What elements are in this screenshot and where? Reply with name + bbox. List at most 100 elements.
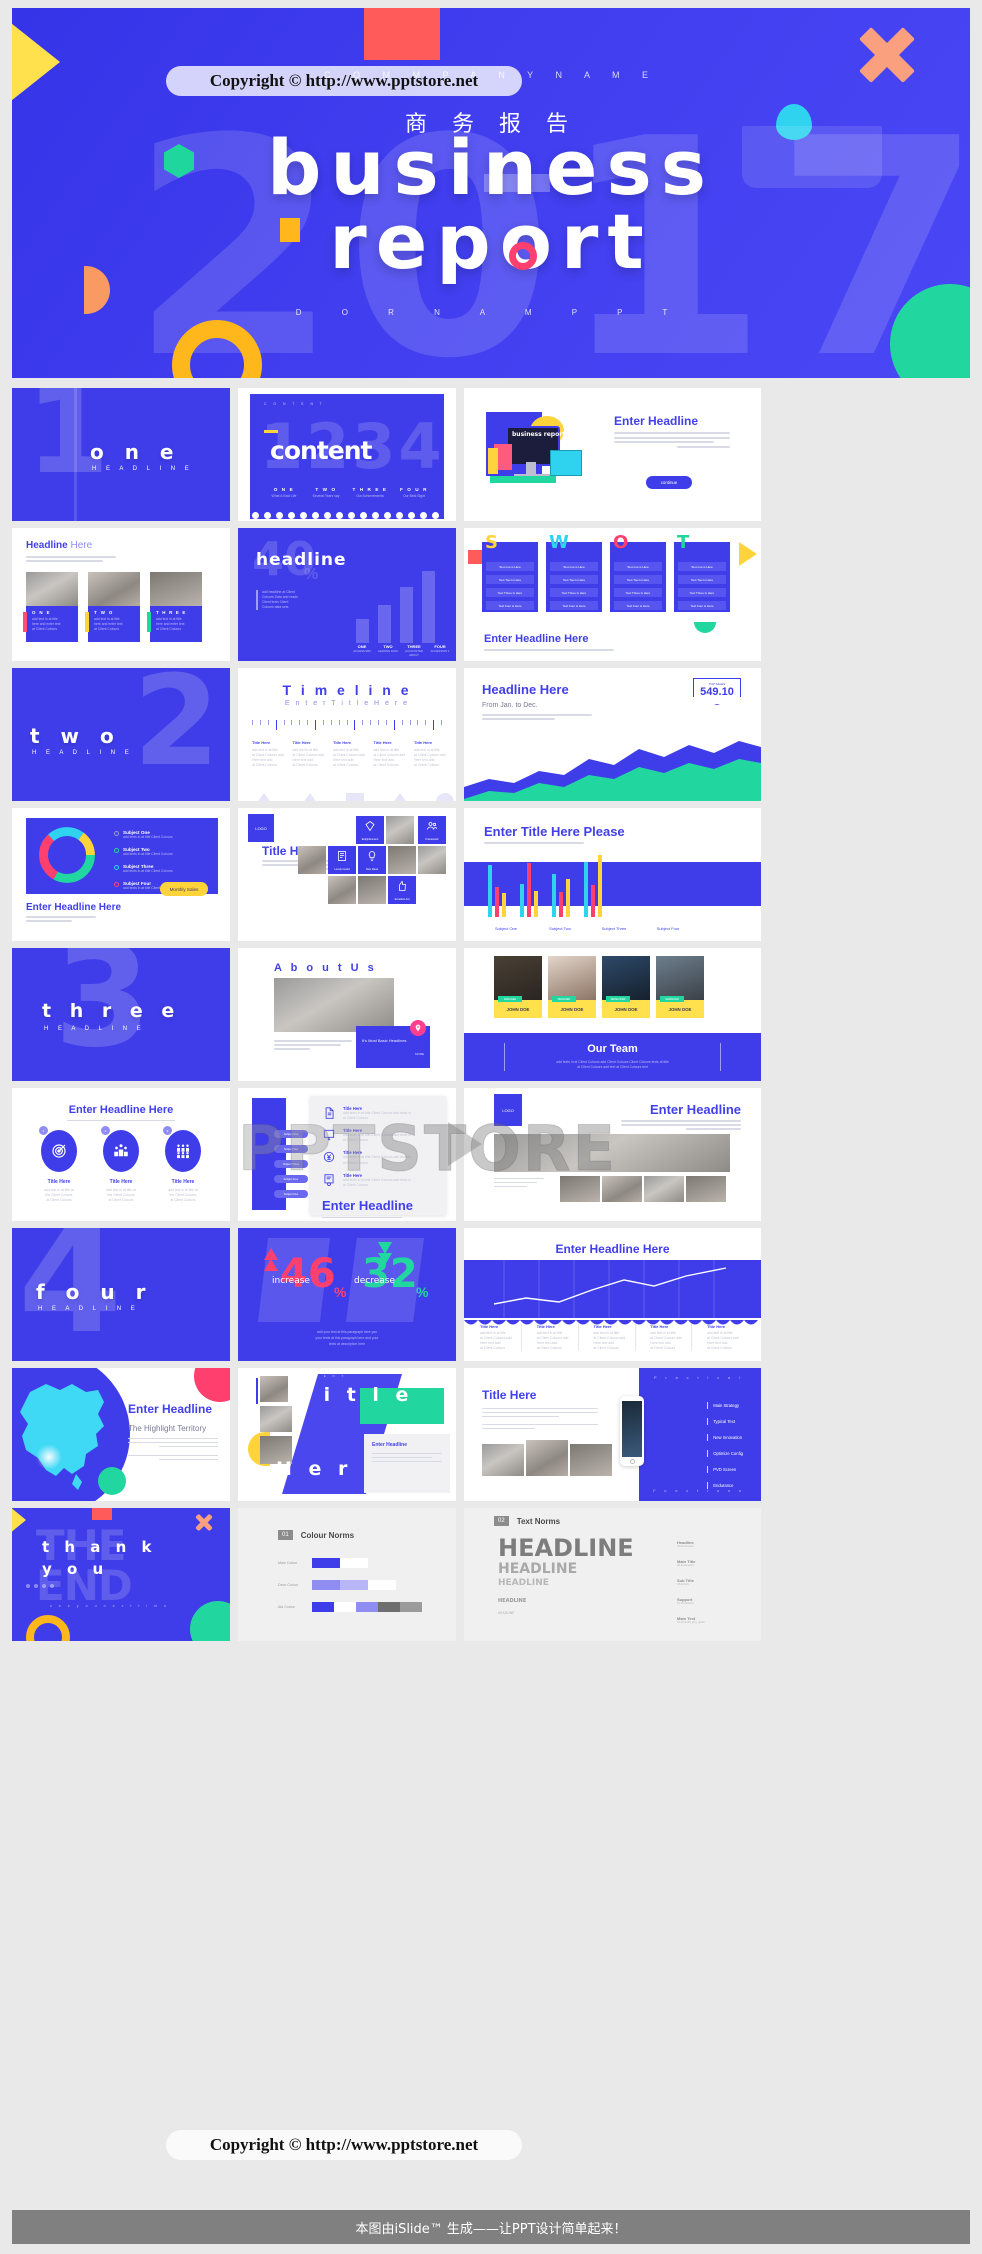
- slide-subtitle: From Jan. to Dec.: [482, 702, 538, 709]
- agenda-item-desc: Our Achievements: [356, 494, 384, 498]
- slide-title: headline: [256, 550, 347, 570]
- donut-chart: [39, 827, 95, 883]
- swot-row: Text one is Here: [486, 562, 534, 571]
- section-title: Colour Norms: [300, 1530, 355, 1540]
- feature-item: Optimize Config: [713, 1451, 743, 1456]
- card-button[interactable]: MORE: [362, 1052, 424, 1056]
- slide-line-chart[interactable]: Enter Headline Here Title Here add text …: [464, 1228, 761, 1361]
- thank-line-1: t h a n k: [42, 1538, 157, 1556]
- slide-device-intro[interactable]: business report Enter Headline continue: [464, 388, 761, 521]
- bar-category-label: Subject Two: [549, 926, 571, 931]
- slide-text-norms[interactable]: 02 Text Norms HEADLINE HEADLINE HEADLINE…: [464, 1508, 761, 1641]
- bar-category-label: Subject Four: [656, 926, 680, 931]
- slide-three-cards[interactable]: Headline Here O N E add text in at title…: [12, 528, 230, 661]
- card-title: Enter Headline: [372, 1442, 408, 1448]
- bar-sublabel: ACCESS MIN: [353, 649, 371, 653]
- slide-increase-decrease[interactable]: 46 % increase 32 % decrease add your tex…: [238, 1228, 456, 1361]
- continue-button[interactable]: continue: [646, 476, 692, 489]
- monthly-sales-button[interactable]: Monthly Sales: [160, 882, 208, 896]
- norm-meta: 14-16 element: [677, 1602, 694, 1605]
- podium-icon: [103, 1130, 139, 1172]
- section-number: 2: [133, 668, 220, 794]
- slide-three-icons[interactable]: Enter Headline Here 1 Title Here add tex…: [12, 1088, 230, 1221]
- slide-section-two[interactable]: 2 t w o H E A D L I N E: [12, 668, 230, 801]
- slide-caption: add your text at this paragraph here you…: [315, 1329, 379, 1346]
- column-title: Title Here: [480, 1324, 499, 1329]
- decrease-value: 32: [362, 1251, 418, 1297]
- timeline-column-title: Title Here: [333, 740, 352, 745]
- slide-title: Enter Headline: [649, 1102, 741, 1117]
- agenda-item-desc: Several Tears say: [312, 494, 340, 498]
- slide-bar-chart[interactable]: Enter Title Here Please Subject One Subj…: [464, 808, 761, 941]
- swot-row: Text Four is Here: [486, 601, 534, 610]
- location-pin-icon: [410, 1020, 426, 1036]
- phone-mockup: [620, 1396, 644, 1466]
- slide-feature-list[interactable]: P r a c t i c a l F u n c t i o n s Main…: [464, 1368, 761, 1501]
- footer-bar: 本图由iSlide™ 生成——让PPT设计简单起来！: [12, 2210, 970, 2244]
- column-title: Title Here: [593, 1324, 612, 1329]
- swot-row: Text one is Here: [614, 562, 662, 571]
- slide-headline-bars[interactable]: 40 % headline add headline at Client Col…: [238, 528, 456, 661]
- hero-title-line1: business: [267, 123, 715, 212]
- slide-colour-norms[interactable]: 01 Colour Norms Main Colour Deco Colour …: [238, 1508, 456, 1641]
- slide-title-here[interactable]: C O N T E N T T i t l e H e r e Enter He…: [238, 1368, 456, 1501]
- section-word: f o u r: [36, 1280, 153, 1304]
- section-word: t h r e e: [42, 1000, 181, 1022]
- swot-row: Text Two is Here: [614, 575, 662, 584]
- agenda-item-desc: What A East Life: [271, 494, 297, 498]
- feature-item: PVD Screen: [713, 1467, 737, 1472]
- thumbnail-row: Subject One add texts in at title Client …: [12, 808, 970, 941]
- column-title: Title Here: [707, 1324, 726, 1329]
- yellow-arrow-shape: [12, 16, 60, 108]
- agenda-item-label: T W O: [315, 487, 337, 492]
- slide-swot[interactable]: S Text one is Here Text Two is Here Text…: [464, 528, 761, 661]
- text-sample: HEADLINE: [498, 1534, 634, 1562]
- increase-label: increase: [272, 1276, 310, 1286]
- tile-label: Framework: [425, 838, 439, 841]
- slide-section-one[interactable]: 1 o n e H E A D L I N E: [12, 388, 230, 521]
- card-title: It's Most Basic Headlines: [362, 1038, 407, 1043]
- slide-area-chart[interactable]: Headline Here From Jan. to Dec. TOP SALE…: [464, 668, 761, 801]
- slide-our-team[interactable]: MANAGER JOHN DOE DESIGNER JOHN DOE DEVEL…: [464, 948, 761, 1081]
- swot-row: Text Three is Here: [486, 588, 534, 597]
- norm-meta: 18-22 N/A: [677, 1583, 689, 1586]
- text-sample: HEADLINE: [498, 1610, 515, 1615]
- step-number: 1: [39, 1126, 48, 1135]
- slide-donut-chart[interactable]: Subject One add texts in at title Client …: [12, 808, 230, 941]
- legend-marker: [114, 882, 119, 888]
- section-subtitle: H E A D L I N E: [32, 750, 133, 756]
- feature-item: Main Strategy: [713, 1403, 740, 1408]
- slide-mosaic-grid[interactable]: LOGO Title Here Enlightenment Lovely Gua…: [238, 808, 456, 941]
- slide-title: A b o u t U s: [274, 962, 377, 974]
- slide-map[interactable]: Enter Headline The Highlight Territory: [12, 1368, 230, 1501]
- agenda-item-label: T H R E E: [352, 487, 388, 492]
- red-square-shape: [364, 8, 440, 60]
- slide-title: Enter Headline Here: [68, 1104, 174, 1116]
- slide-section-four[interactable]: 4 f o u r H E A D L I N E: [12, 1228, 230, 1361]
- bar-category-label: Subject One: [494, 926, 517, 931]
- legend-marker: [114, 865, 119, 871]
- slide-section-three[interactable]: 3 t h r e e H E A D L I N E: [12, 948, 230, 1081]
- slide-thank-you[interactable]: THE END t h a n k y o u s e e y o u n e x…: [12, 1508, 230, 1641]
- hero-title-line2: report: [329, 197, 653, 286]
- bar-sublabel: ACCOUNTED ABOUT: [405, 649, 423, 657]
- pill-label[interactable]: Subject Five: [274, 1190, 308, 1198]
- increase-unit: %: [334, 1284, 347, 1300]
- watermark-top: Copyright © http://www.pptstore.net: [166, 66, 522, 96]
- bar-category-label: Subject Three: [601, 926, 627, 931]
- slide-timeline[interactable]: T i m e l i n e E n t e r T i t l e H e …: [238, 668, 456, 801]
- swot-letter: S: [485, 532, 498, 553]
- swot-row: Text one is Here: [550, 562, 598, 571]
- brand-label: D O R N A M P P T: [295, 308, 687, 317]
- swot-row: Text Two is Here: [486, 575, 534, 584]
- member-role: MARKETER: [660, 996, 684, 1002]
- timeline-column-title: Title Here: [252, 740, 271, 745]
- watermark-brand: PPTSTORE: [237, 1112, 617, 1186]
- hero-cover-slide[interactable]: 2017 C O M M P A N Y N A M E 商 务 报 告 bus…: [12, 8, 970, 378]
- slide-content-agenda[interactable]: C O N T E N T 1234 content O N E What A …: [238, 388, 456, 521]
- swot-row: Text Four is Here: [678, 601, 726, 610]
- text-sample: HEADLINE: [498, 1577, 549, 1588]
- slide-title: Enter Title Here Please: [484, 824, 625, 839]
- slide-about-us[interactable]: A b o u t U s It's Most Basic Headlines …: [238, 948, 456, 1081]
- tile-label: New Ideas: [365, 868, 379, 871]
